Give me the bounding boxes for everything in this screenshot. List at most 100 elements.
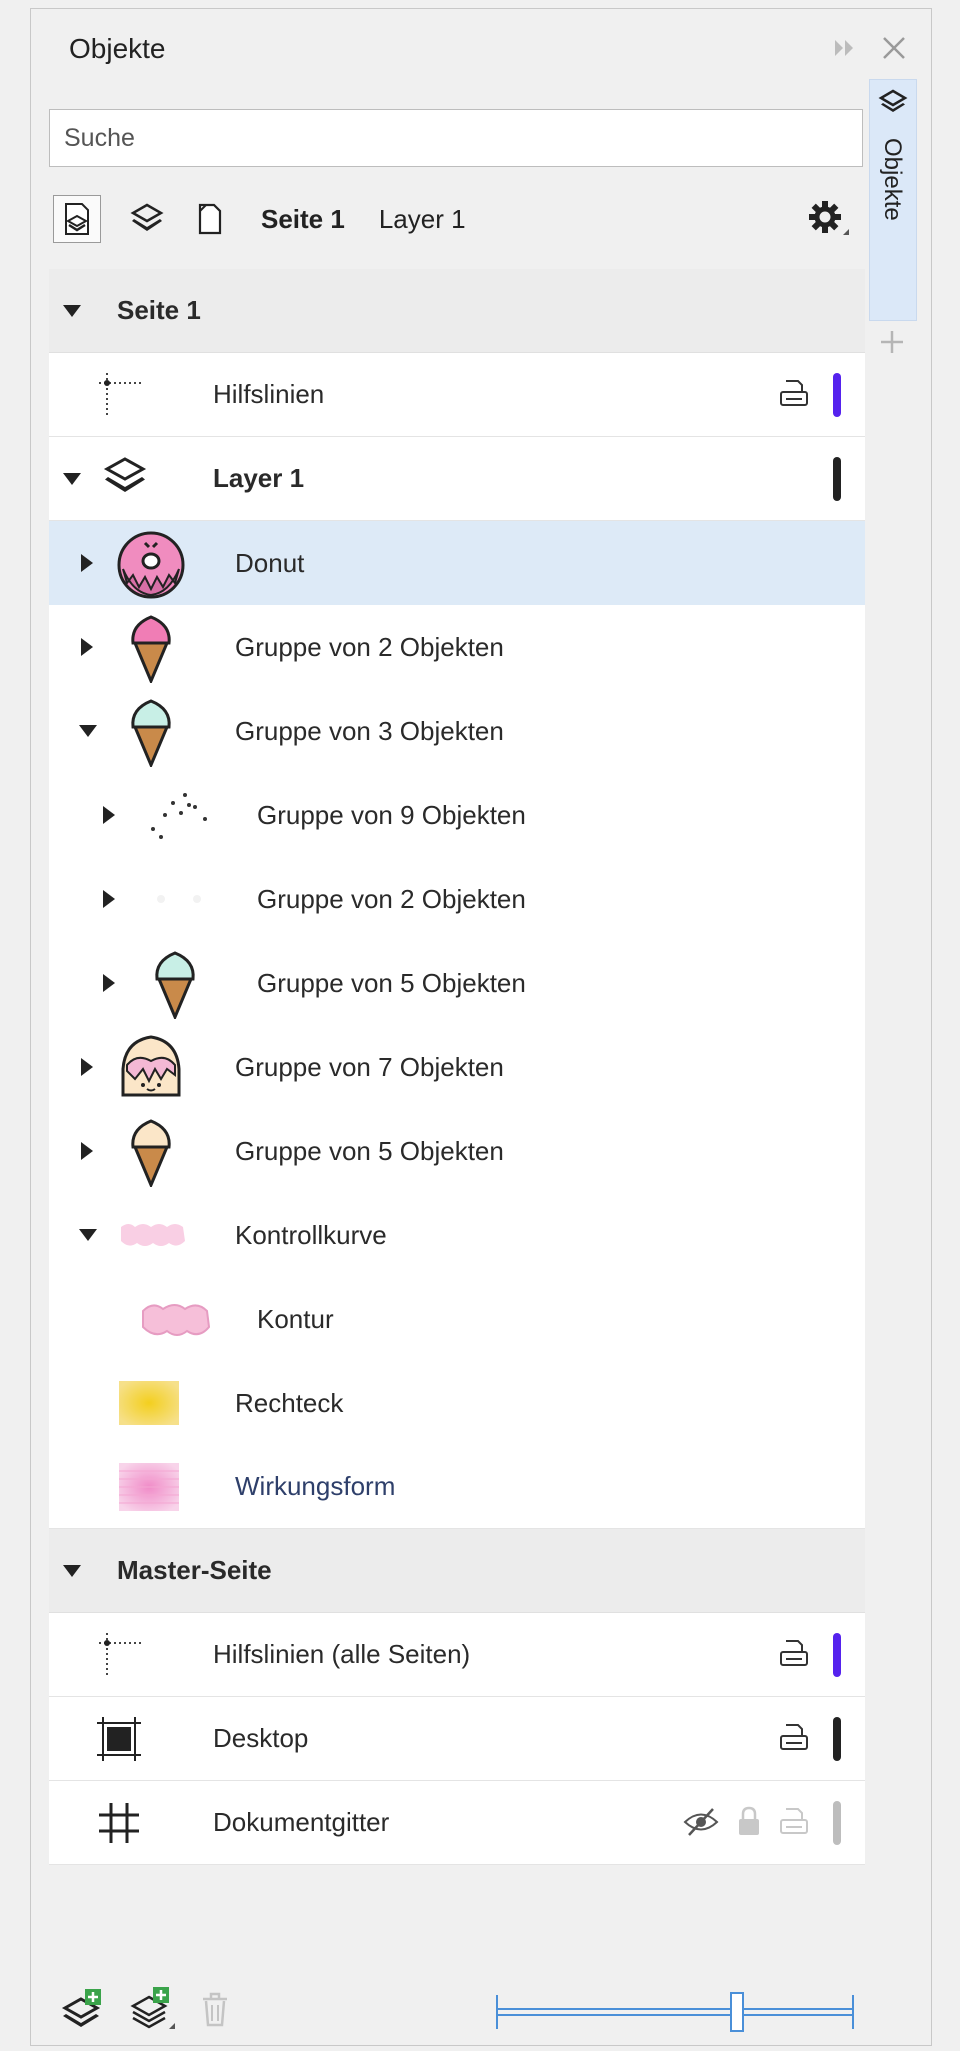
page-label: Seite 1	[117, 295, 201, 325]
curve-thumbnail	[117, 1219, 189, 1256]
object-label: Gruppe von 7 Objekten	[235, 1051, 504, 1082]
close-icon[interactable]	[877, 31, 911, 70]
object-label: Gruppe von 3 Objekten	[235, 715, 504, 746]
master-guides-row[interactable]: Hilfslinien (alle Seiten)	[49, 1613, 865, 1697]
object-row-rectangle[interactable]: Rechteck	[49, 1361, 865, 1445]
object-label: Gruppe von 9 Objekten	[257, 799, 526, 830]
master-page-label: Master-Seite	[117, 1555, 272, 1585]
expand-arrow-icon[interactable]	[81, 1142, 93, 1160]
object-label: Gruppe von 5 Objekten	[235, 1135, 504, 1166]
object-row-group[interactable]: Gruppe von 2 Objekten	[49, 605, 865, 689]
bottom-toolbar	[49, 1979, 865, 2043]
printer-icon[interactable]	[777, 1805, 811, 1844]
objects-panel: Seite 1 Layer 1 Seite 1 Hilfslinien	[49, 99, 865, 2043]
faint-shapes-thumbnail	[143, 887, 213, 916]
expand-arrow-icon[interactable]	[103, 806, 115, 824]
search-input[interactable]	[50, 110, 862, 166]
expand-arrow-icon[interactable]	[81, 1058, 93, 1076]
object-row-group[interactable]: Gruppe von 5 Objekten	[49, 1109, 865, 1193]
icecream-mint-thumbnail	[125, 695, 177, 772]
collapse-docker-icon[interactable]	[829, 31, 863, 70]
master-guides-label: Hilfslinien (alle Seiten)	[213, 1639, 471, 1669]
collapse-arrow-icon[interactable]	[63, 473, 81, 485]
add-tab-icon[interactable]	[877, 327, 907, 362]
icecream-pink-thumbnail	[125, 611, 177, 688]
object-row-curve[interactable]: Kontrollkurve	[49, 1193, 865, 1277]
grid-icon	[95, 1799, 143, 1852]
master-page-node[interactable]: Master-Seite	[49, 1529, 865, 1613]
new-master-layer-icon[interactable]	[129, 1985, 177, 2038]
document-grid-row[interactable]: Dokumentgitter	[49, 1781, 865, 1865]
layer-color-swatch[interactable]	[833, 1801, 841, 1845]
page-node-seite-1[interactable]: Seite 1	[49, 269, 865, 353]
layer-node-layer-1[interactable]: Layer 1	[49, 437, 865, 521]
guidelines-icon	[95, 1629, 145, 1684]
desktop-layer-row[interactable]: Desktop	[49, 1697, 865, 1781]
desktop-icon	[95, 1715, 143, 1768]
printer-icon[interactable]	[777, 377, 811, 416]
layer-color-swatch[interactable]	[833, 373, 841, 417]
object-row-group[interactable]: Gruppe von 2 Objekten	[49, 857, 865, 941]
page-icon[interactable]	[185, 195, 233, 243]
expand-arrow-icon[interactable]	[103, 974, 115, 992]
object-row-contour[interactable]: Kontur	[49, 1277, 865, 1361]
object-row-group[interactable]: Gruppe von 7 Objekten	[49, 1025, 865, 1109]
object-label: Rechteck	[235, 1387, 344, 1418]
object-row-group[interactable]: Gruppe von 5 Objekten	[49, 941, 865, 1025]
layer-view-button[interactable]	[123, 195, 171, 243]
layer-label: Layer 1	[213, 463, 305, 493]
settings-gear-icon[interactable]	[803, 195, 851, 248]
search-field[interactable]	[49, 109, 863, 167]
printer-icon[interactable]	[777, 1721, 811, 1760]
layers-icon	[878, 88, 908, 123]
hidden-eye-icon[interactable]	[683, 1805, 719, 1844]
lock-icon[interactable]	[735, 1805, 763, 1844]
object-row-group[interactable]: Gruppe von 9 Objekten	[49, 773, 865, 857]
side-tab-objects[interactable]: Objekte	[869, 79, 917, 321]
document-grid-label: Dokumentgitter	[213, 1807, 390, 1837]
docker-title: Objekte	[69, 33, 166, 64]
object-row-effect-shape[interactable]: Wirkungsform	[49, 1445, 865, 1529]
page-view-button[interactable]	[53, 195, 101, 243]
objects-docker: Objekte Objekte Suche Seite 1 Layer 1 Se…	[30, 8, 932, 2046]
desktop-label: Desktop	[213, 1723, 309, 1753]
contour-thumbnail	[137, 1297, 215, 1346]
object-label: Gruppe von 2 Objekten	[257, 883, 526, 914]
new-layer-icon[interactable]	[61, 1987, 105, 2036]
layer-color-swatch[interactable]	[833, 1633, 841, 1677]
cake-thumbnail	[115, 1031, 187, 1108]
collapse-arrow-icon[interactable]	[63, 305, 81, 317]
expand-arrow-icon[interactable]	[81, 554, 93, 572]
collapse-arrow-icon[interactable]	[63, 1565, 81, 1577]
collapse-arrow-icon[interactable]	[79, 1229, 97, 1241]
donut-thumbnail	[113, 525, 189, 606]
object-label: Donut	[235, 547, 305, 578]
object-label: Kontrollkurve	[235, 1219, 387, 1250]
layer-icon	[101, 455, 149, 508]
current-layer-label[interactable]: Layer 1	[379, 204, 466, 235]
object-label: Kontur	[257, 1303, 334, 1334]
effect-shape-thumbnail	[117, 1461, 181, 1518]
object-row-donut[interactable]: Donut	[49, 521, 865, 605]
trash-icon[interactable]	[197, 1989, 233, 2034]
expand-arrow-icon[interactable]	[81, 638, 93, 656]
side-tab-label: Objekte	[879, 138, 906, 221]
guidelines-icon	[95, 369, 145, 424]
thumbnail-size-slider[interactable]	[495, 1987, 855, 2042]
object-label: Wirkungsform	[235, 1471, 396, 1501]
object-label: Gruppe von 2 Objekten	[235, 631, 504, 662]
icecream-cream-thumbnail	[125, 1115, 177, 1192]
layer-color-swatch[interactable]	[833, 1717, 841, 1761]
printer-icon[interactable]	[777, 1637, 811, 1676]
rectangle-thumbnail	[117, 1379, 181, 1432]
layer-color-swatch[interactable]	[833, 457, 841, 501]
object-row-group[interactable]: Gruppe von 3 Objekten	[49, 689, 865, 773]
guides-layer-row[interactable]: Hilfslinien	[49, 353, 865, 437]
collapse-arrow-icon[interactable]	[79, 725, 97, 737]
view-toolbar: Seite 1 Layer 1	[49, 179, 865, 259]
icecream-mint-thumbnail	[149, 947, 201, 1024]
current-page-label[interactable]: Seite 1	[261, 204, 345, 235]
sprinkles-thumbnail	[143, 785, 213, 850]
object-label: Gruppe von 5 Objekten	[257, 967, 526, 998]
expand-arrow-icon[interactable]	[103, 890, 115, 908]
